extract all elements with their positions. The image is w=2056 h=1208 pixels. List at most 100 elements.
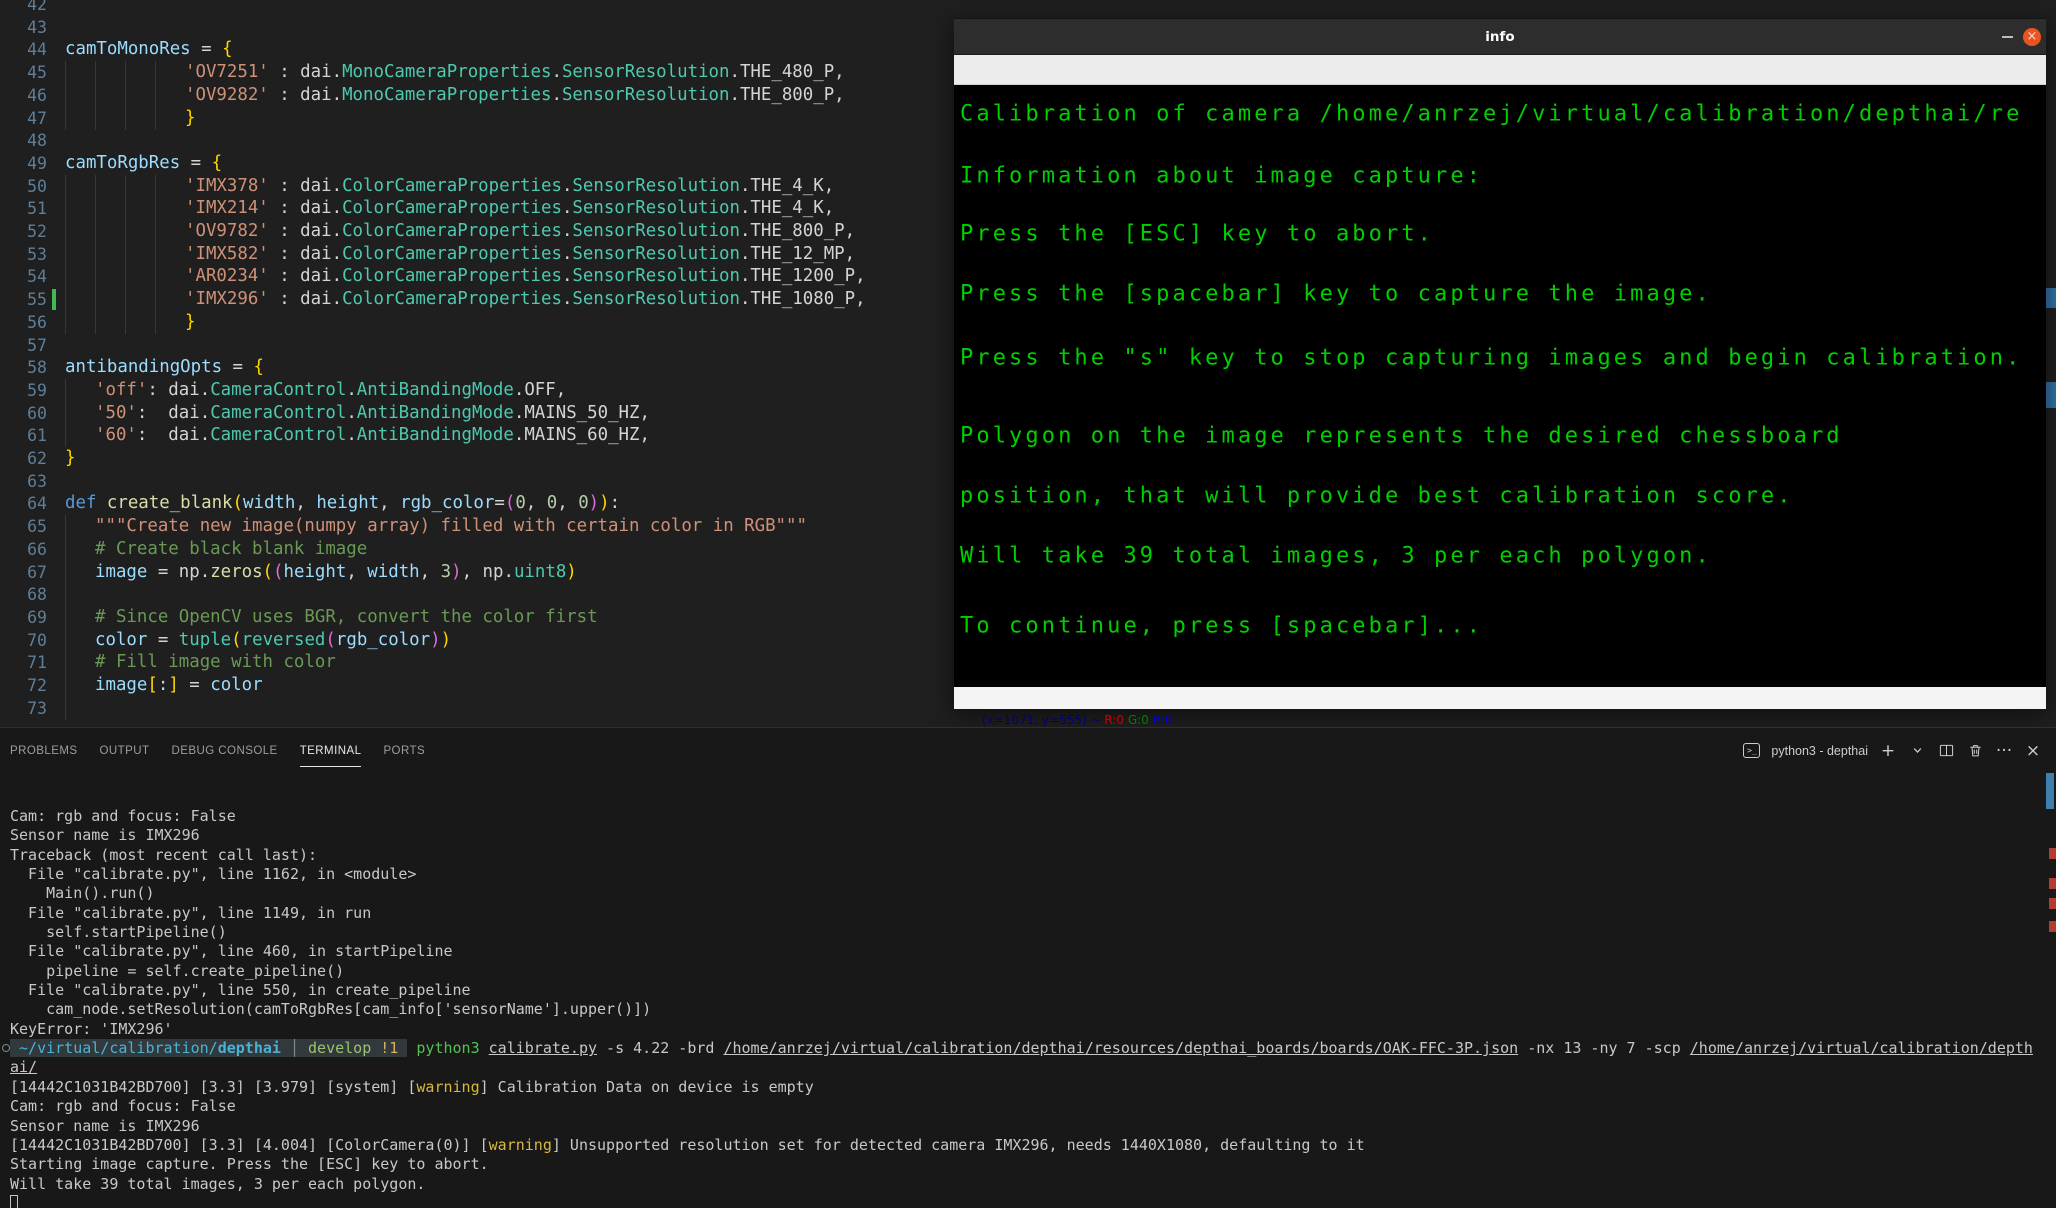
indent-guide [125, 174, 126, 198]
overview-ruler-mark [2046, 382, 2056, 408]
indent-guide [65, 310, 66, 334]
code-text: 'IMX214' : dai.ColorCameraProperties.Sen… [185, 198, 835, 219]
line-number: 68 [27, 585, 47, 605]
code-text: image = np.zeros((height, width, 3), np.… [95, 561, 577, 582]
info-window-titlebar[interactable]: info × [954, 19, 2046, 55]
terminal-toolbar: >_ python3 - depthai + ··· × [1743, 728, 2042, 773]
code-line-42[interactable]: 42 [0, 0, 2056, 16]
line-number: 66 [27, 539, 47, 559]
close-panel-icon[interactable]: × [2024, 741, 2042, 761]
code-text: 'IMX296' : dai.ColorCameraProperties.Sen… [185, 289, 866, 310]
indent-guide [95, 310, 96, 334]
terminal-line: File "calibrate.py", line 460, in startP… [10, 942, 453, 961]
line-number: 49 [27, 153, 47, 173]
indent-guide [125, 83, 126, 107]
trash-icon[interactable] [1966, 742, 1984, 760]
indent-guide [65, 288, 66, 312]
line-number: 69 [27, 607, 47, 627]
indent-guide [65, 197, 66, 221]
terminal-line: Sensor name is IMX296 [10, 1116, 200, 1135]
info-window-toolstrip [954, 55, 2046, 85]
indent-guide [125, 61, 126, 85]
info-window-title: info [1485, 29, 1515, 45]
panel-tab-debug-console[interactable]: DEBUG CONSOLE [172, 745, 278, 757]
new-terminal-button[interactable]: + [1879, 741, 1897, 761]
terminal-session-label[interactable]: python3 - depthai [1771, 744, 1868, 758]
line-number: 52 [27, 222, 47, 241]
code-text: } [65, 448, 76, 468]
indent-guide [65, 628, 66, 652]
panel-tab-output[interactable]: OUTPUT [100, 745, 150, 757]
line-number: 60 [27, 403, 47, 423]
indent-guide [65, 83, 66, 107]
code-text: camToRgbRes = { [65, 152, 223, 173]
line-number: 55 [27, 290, 47, 310]
line-number: 65 [27, 517, 47, 537]
code-text: 'OV9282' : dai.MonoCameraProperties.Sens… [185, 84, 845, 105]
terminal-line: KeyError: 'IMX296' [10, 1019, 173, 1038]
code-text: color = tuple(reversed(rgb_color)) [95, 629, 452, 650]
minimize-icon[interactable] [2002, 36, 2013, 38]
line-number: 71 [27, 653, 47, 673]
info-text-line: Polygon on the image represents the desi… [960, 423, 1843, 449]
code-text: '50': dai.CameraControl.AntiBandingMode.… [95, 402, 650, 423]
overview-ruler-mark [2046, 288, 2056, 308]
indent-guide [155, 61, 156, 85]
indent-guide [95, 288, 96, 312]
line-number: 50 [27, 176, 47, 196]
code-text: """Create new image(numpy array) filled … [95, 516, 807, 537]
line-number: 73 [27, 698, 47, 718]
more-actions-icon[interactable]: ··· [1995, 741, 2013, 761]
split-terminal-icon[interactable] [1937, 742, 1955, 760]
terminal-scrollbar[interactable] [2046, 773, 2054, 809]
line-number: 59 [27, 380, 47, 400]
code-text: 'AR0234' : dai.ColorCameraProperties.Sen… [185, 266, 866, 287]
line-number: 72 [27, 676, 47, 695]
info-text-line: Press the [ESC] key to abort. [960, 221, 1435, 247]
scrollbar-error-mark [2049, 878, 2056, 889]
code-text: antibandingOpts = { [65, 357, 264, 378]
terminal-line: File "calibrate.py", line 550, in create… [10, 981, 471, 1000]
terminal-line: self.startPipeline() [10, 923, 227, 942]
indent-guide [95, 242, 96, 266]
line-number: 46 [27, 85, 47, 105]
indent-guide [65, 651, 66, 675]
panel-tab-problems[interactable]: PROBLEMS [10, 745, 78, 757]
info-text-line: Information about image capture: [960, 163, 1484, 189]
indent-guide [95, 174, 96, 198]
indent-guide [125, 242, 126, 266]
info-statusbar-text: (x=1071, y=555) ~ R:0 G:0 B:0 [981, 713, 1173, 727]
indent-guide [65, 424, 66, 448]
indent-guide [125, 310, 126, 334]
line-number: 62 [27, 449, 47, 468]
code-text: image[:] = color [95, 675, 263, 695]
info-text-line: To continue, press [spacebar]... [960, 613, 1484, 639]
line-number: 47 [27, 108, 47, 128]
indent-guide [65, 61, 66, 85]
panel-tabs: PROBLEMS OUTPUT DEBUG CONSOLE TERMINAL PORTS [10, 728, 425, 773]
indent-guide [95, 265, 96, 289]
panel-tab-terminal[interactable]: TERMINAL [299, 745, 362, 767]
indent-guide [65, 265, 66, 289]
indent-guide [155, 288, 156, 312]
indent-guide [95, 61, 96, 85]
indent-guide [155, 83, 156, 107]
terminal-line: Starting image capture. Press the [ESC] … [10, 1155, 489, 1174]
line-number: 53 [27, 244, 47, 264]
indent-guide [65, 537, 66, 561]
command-decoration-icon[interactable] [2, 1044, 10, 1053]
indent-guide [65, 401, 66, 425]
indent-guide [95, 197, 96, 221]
line-number: 51 [27, 199, 47, 219]
terminal-line: [14442C1031B42BD700] [3.3] [4.004] [Colo… [10, 1135, 1365, 1154]
indent-guide [65, 106, 66, 130]
close-icon[interactable]: × [2023, 28, 2041, 46]
scrollbar-error-mark [2049, 848, 2056, 859]
scrollbar-error-mark [2049, 898, 2056, 909]
line-number: 48 [27, 131, 47, 151]
panel-tab-ports[interactable]: PORTS [383, 745, 425, 757]
chevron-down-icon[interactable] [1908, 742, 1926, 760]
terminal-line: ai/ [10, 1058, 38, 1077]
terminal-output[interactable]: Cam: rgb and focus: False Sensor name is … [2, 807, 2042, 1208]
line-number: 54 [27, 267, 47, 287]
